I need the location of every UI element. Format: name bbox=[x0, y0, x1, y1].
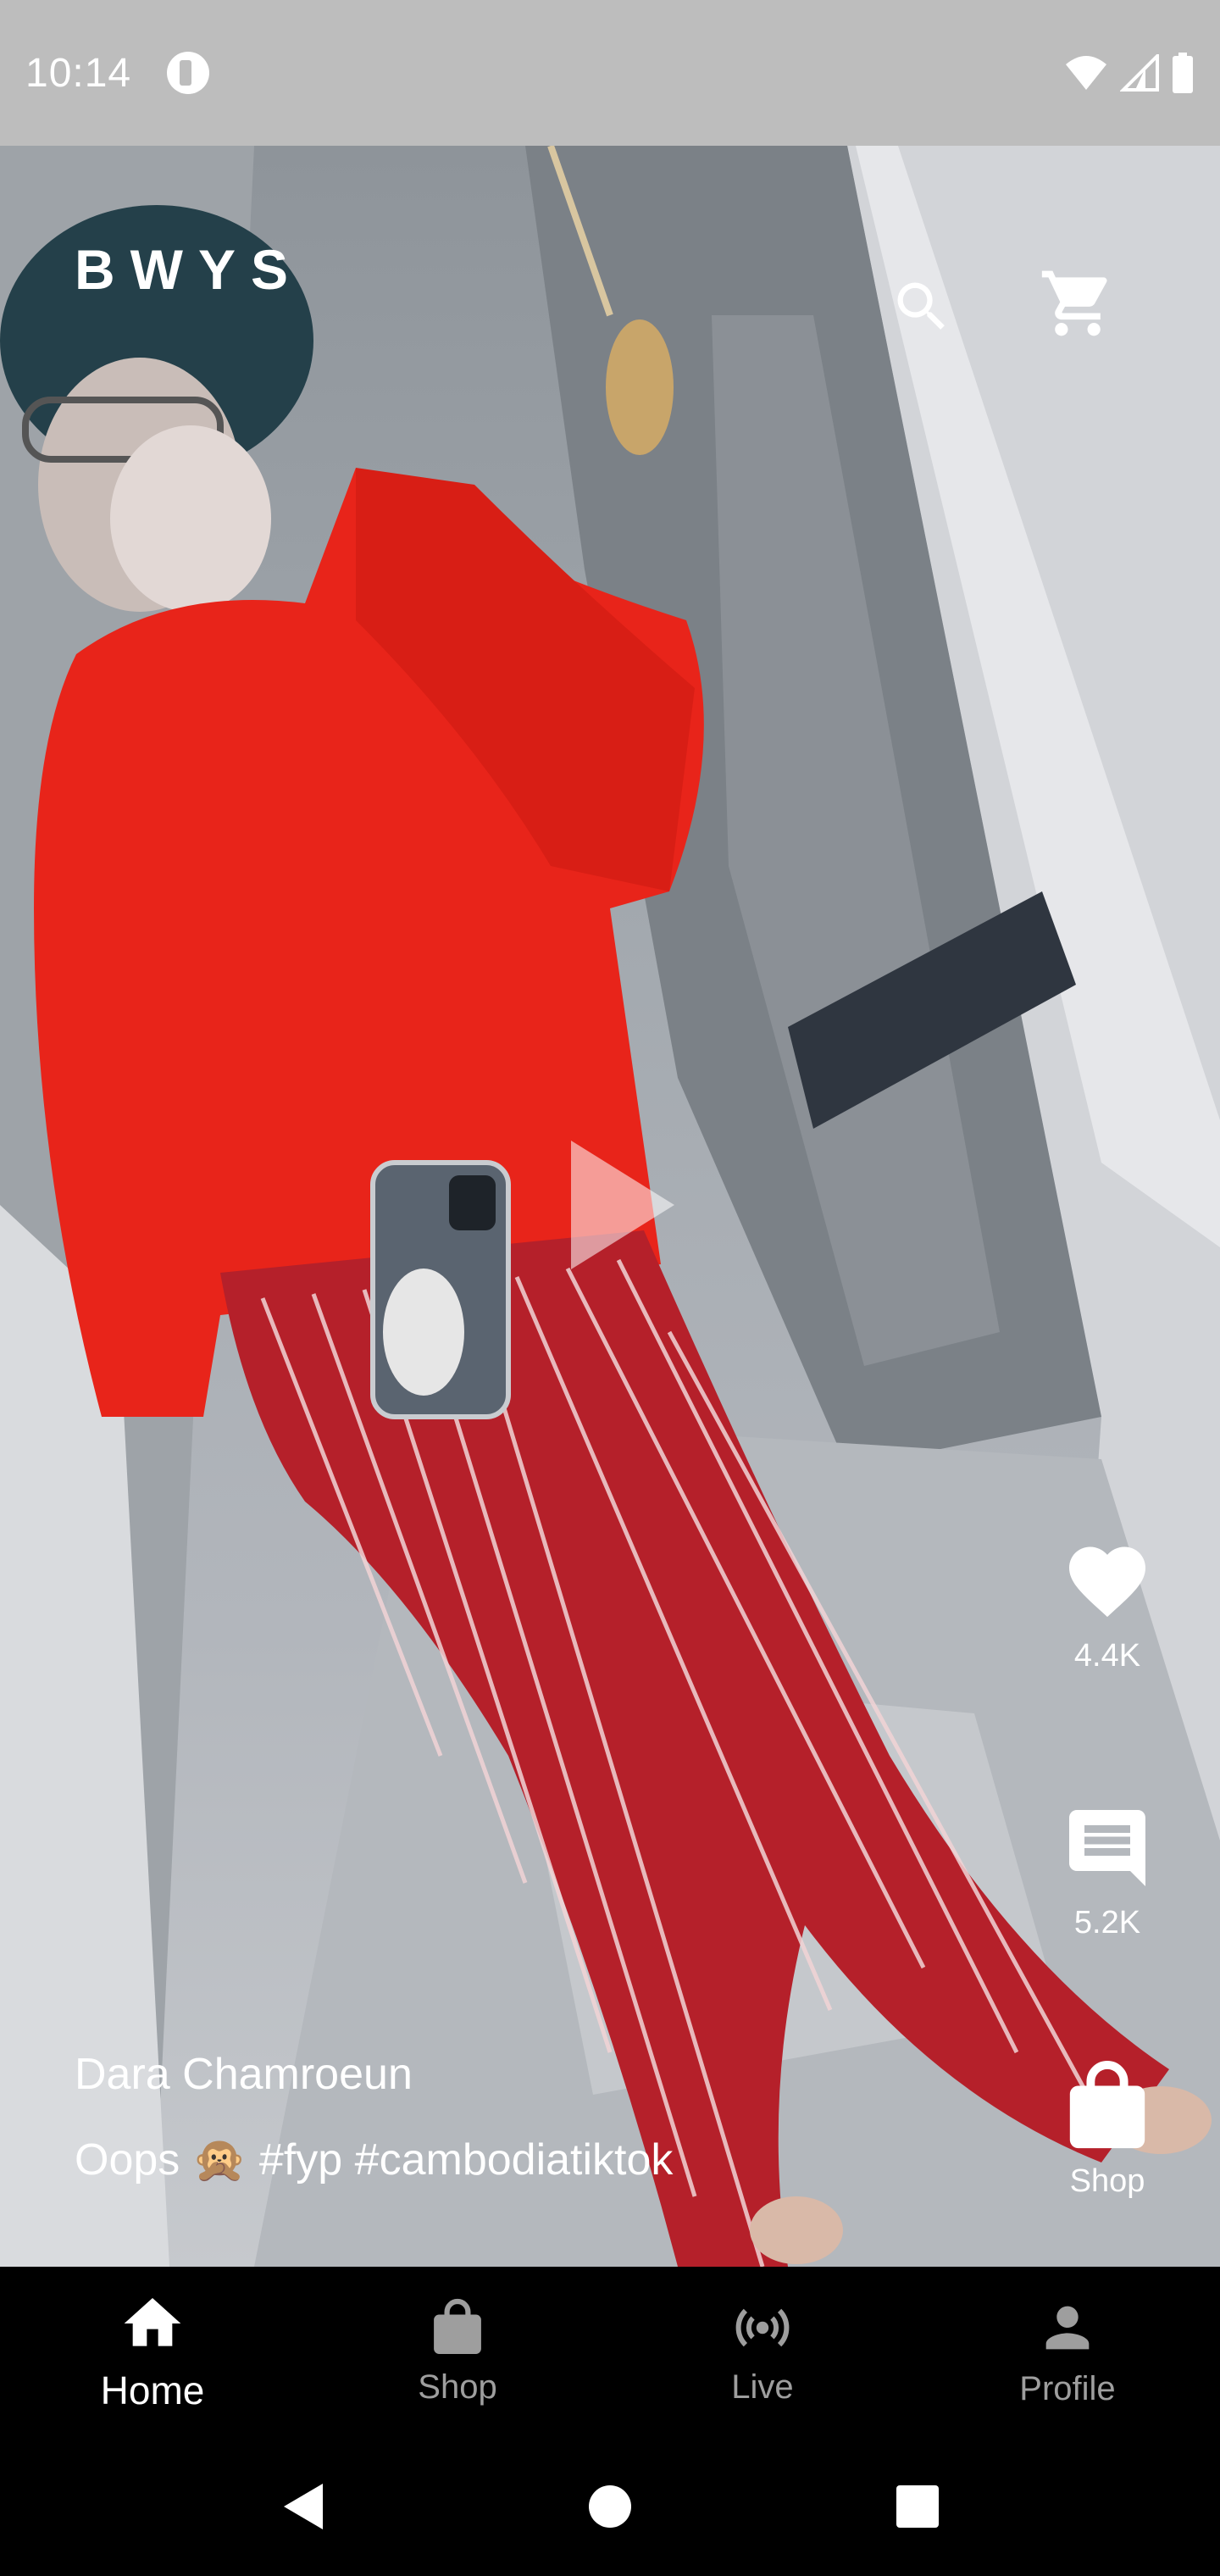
like-count: 4.4K bbox=[1073, 1638, 1141, 1674]
nav-home-label: Home bbox=[100, 2368, 205, 2412]
shopping-bag-icon[interactable] bbox=[1065, 2061, 1150, 2152]
app-screen: 10:14 BWYS 4.4K 5.2K Shop Dara Chamroeun… bbox=[0, 0, 1220, 2576]
status-bar: 10:14 bbox=[0, 0, 1220, 146]
video-caption: Oops 🙊 #fyp #cambodiatiktok bbox=[75, 2135, 674, 2185]
comment-action[interactable]: 5.2K bbox=[1044, 1802, 1171, 1941]
cell-signal-icon bbox=[1120, 54, 1159, 92]
wifi-icon bbox=[1066, 56, 1106, 90]
nav-shop-label: Shop bbox=[418, 2368, 497, 2406]
bottom-nav: Home Shop Live Profile bbox=[0, 2267, 1220, 2436]
brand-logo: BWYS bbox=[75, 238, 303, 301]
nav-shop[interactable]: Shop bbox=[305, 2267, 610, 2436]
nav-live[interactable]: Live bbox=[610, 2267, 915, 2436]
shop-action-label: Shop bbox=[1069, 2163, 1145, 2199]
nav-home[interactable]: Home bbox=[0, 2267, 305, 2436]
nav-profile[interactable]: Profile bbox=[915, 2267, 1220, 2436]
live-broadcast-icon bbox=[735, 2308, 790, 2346]
recents-icon[interactable] bbox=[896, 2484, 940, 2529]
app-notification-icon bbox=[167, 52, 210, 94]
home-circle-icon[interactable] bbox=[587, 2484, 633, 2529]
nav-live-label: Live bbox=[731, 2368, 794, 2406]
shop-action[interactable]: Shop bbox=[1044, 2061, 1171, 2200]
status-icons bbox=[1064, 53, 1195, 93]
home-icon bbox=[124, 2298, 181, 2346]
cart-icon[interactable] bbox=[1039, 264, 1117, 342]
play-icon[interactable] bbox=[568, 1137, 678, 1273]
battery-icon bbox=[1173, 53, 1193, 93]
heart-icon[interactable] bbox=[1062, 1535, 1153, 1627]
author-name[interactable]: Dara Chamroeun bbox=[75, 2049, 413, 2100]
comment-icon[interactable] bbox=[1062, 1802, 1153, 1894]
comment-count: 5.2K bbox=[1073, 1905, 1141, 1940]
video-player[interactable]: BWYS 4.4K 5.2K Shop Dara Chamroeun Oops … bbox=[0, 146, 1220, 2267]
status-time: 10:14 bbox=[25, 50, 132, 96]
shopping-bag-icon bbox=[434, 2298, 481, 2354]
search-icon[interactable] bbox=[890, 275, 954, 339]
system-nav-bar bbox=[0, 2436, 1220, 2576]
back-icon[interactable] bbox=[280, 2482, 324, 2531]
nav-profile-label: Profile bbox=[1019, 2369, 1116, 2407]
person-icon bbox=[1045, 2306, 1090, 2349]
like-action[interactable]: 4.4K bbox=[1044, 1535, 1171, 1674]
